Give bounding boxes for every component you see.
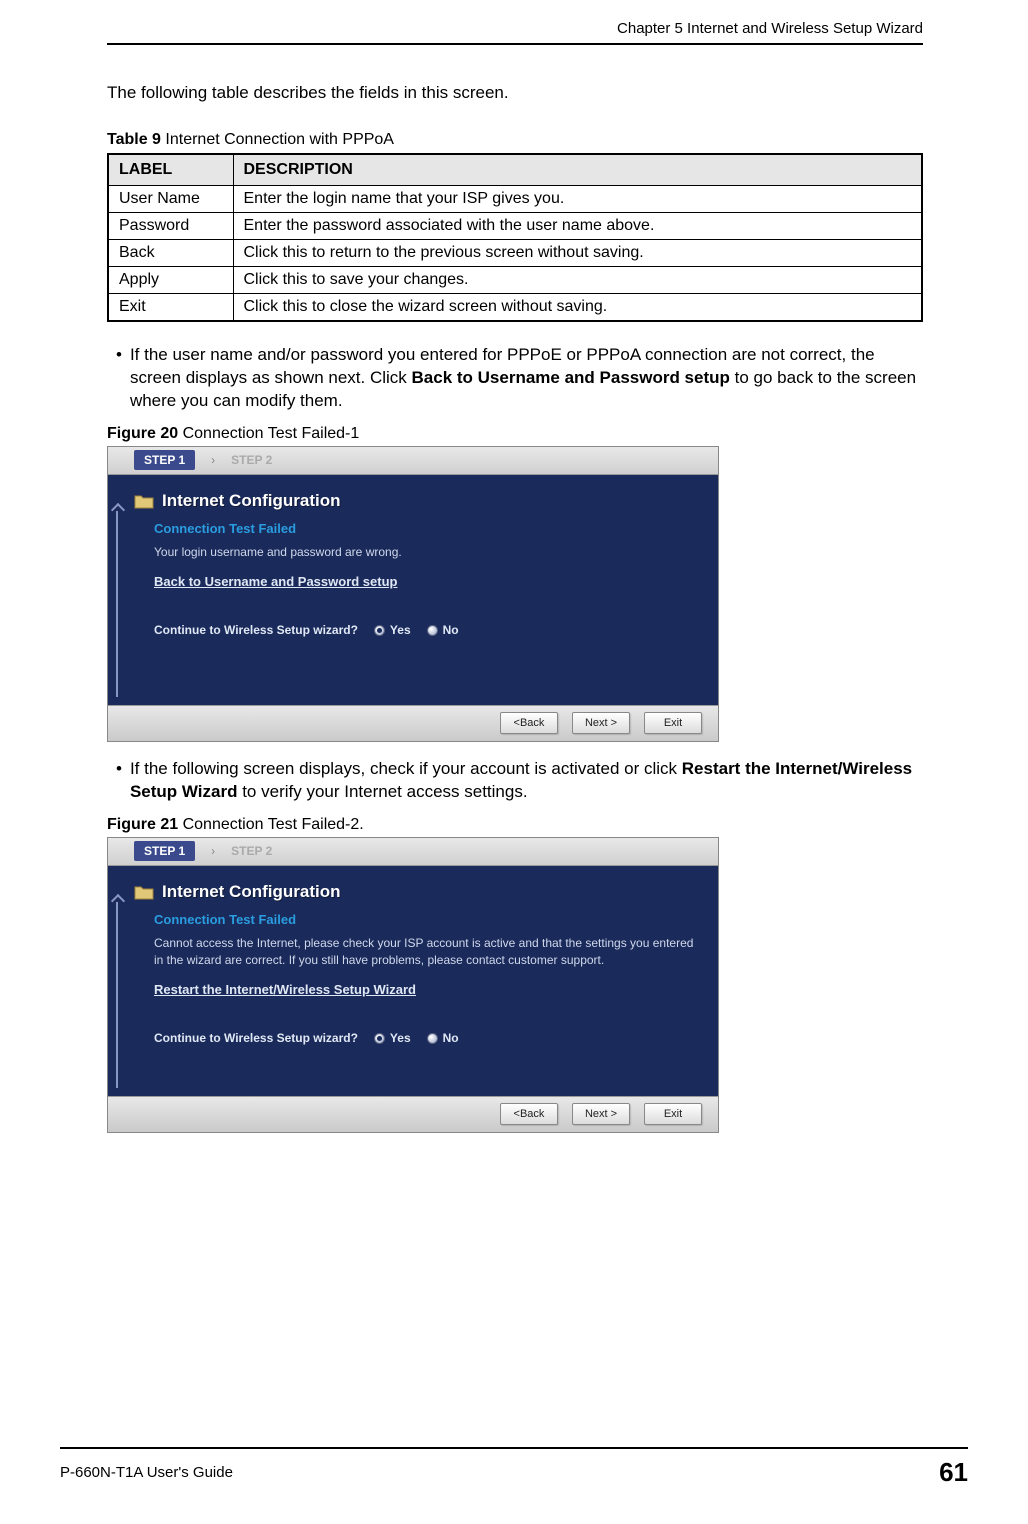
back-to-userpass-link[interactable]: Back to Username and Password setup — [154, 574, 397, 589]
continue-question: Continue to Wireless Setup wizard? — [154, 623, 358, 637]
figure20-wizard: STEP 1 › STEP 2 Internet Configuration C… — [107, 446, 719, 742]
radio-selected-icon — [374, 625, 385, 636]
wizard-step-bar: STEP 1 › STEP 2 — [108, 447, 718, 475]
figure20-caption: Figure 20 Connection Test Failed-1 — [107, 425, 923, 443]
folder-icon — [134, 493, 154, 509]
table-row: ExitClick this to close the wizard scree… — [108, 294, 922, 322]
wizard-button-bar: <Back Next > Exit — [108, 1096, 718, 1132]
radio-no-label: No — [443, 623, 459, 637]
cell-desc: Click this to save your changes. — [233, 267, 922, 294]
next-button[interactable]: Next > — [572, 712, 630, 734]
bullet2-post: to verify your Internet access settings. — [237, 782, 527, 801]
bullet-item: • If the following screen displays, chec… — [107, 758, 923, 804]
radio-unselected-icon — [427, 625, 438, 636]
intro-text: The following table describes the fields… — [107, 83, 923, 103]
radio-yes[interactable]: Yes — [374, 623, 411, 637]
table-caption: Table 9 Internet Connection with PPPoA — [107, 131, 923, 149]
back-button[interactable]: <Back — [500, 712, 558, 734]
exit-button[interactable]: Exit — [644, 712, 702, 734]
table-number: Table 9 — [107, 131, 161, 148]
cell-label: Apply — [108, 267, 233, 294]
th-label: LABEL — [108, 154, 233, 186]
cell-label: Exit — [108, 294, 233, 322]
figure20-number: Figure 20 — [107, 425, 178, 442]
figure21-wizard: STEP 1 › STEP 2 Internet Configuration C… — [107, 837, 719, 1133]
chevron-right-icon: › — [211, 453, 215, 467]
cell-desc: Click this to close the wizard screen wi… — [233, 294, 922, 322]
figure21-number: Figure 21 — [107, 816, 178, 833]
wizard-message: Your login username and password are wro… — [154, 544, 700, 561]
radio-yes-label: Yes — [390, 1031, 411, 1045]
exit-button[interactable]: Exit — [644, 1103, 702, 1125]
bullet-dot-icon: • — [116, 344, 122, 413]
radio-no[interactable]: No — [427, 623, 459, 637]
footer-guide-name: P-660N-T1A User's Guide — [60, 1464, 233, 1481]
continue-question: Continue to Wireless Setup wizard? — [154, 1031, 358, 1045]
left-stripe-icon — [116, 511, 136, 697]
wizard-button-bar: <Back Next > Exit — [108, 705, 718, 741]
back-button[interactable]: <Back — [500, 1103, 558, 1125]
wizard-message: Cannot access the Internet, please check… — [154, 935, 700, 970]
bullet2-pre: If the following screen displays, check … — [130, 759, 682, 778]
step-2-inactive: STEP 2 — [231, 844, 272, 858]
table-row: ApplyClick this to save your changes. — [108, 267, 922, 294]
cell-label: User Name — [108, 186, 233, 213]
figure21-caption: Figure 21 Connection Test Failed-2. — [107, 816, 923, 834]
bullet-dot-icon: • — [116, 758, 122, 804]
chevron-right-icon: › — [211, 844, 215, 858]
radio-unselected-icon — [427, 1033, 438, 1044]
wizard-title: Internet Configuration — [162, 491, 340, 511]
table-row: BackClick this to return to the previous… — [108, 240, 922, 267]
bullet1-bold: Back to Username and Password setup — [412, 368, 730, 387]
step-2-inactive: STEP 2 — [231, 453, 272, 467]
cell-desc: Enter the login name that your ISP gives… — [233, 186, 922, 213]
th-desc: DESCRIPTION — [233, 154, 922, 186]
step-1-active: STEP 1 — [134, 450, 195, 470]
chapter-header: Chapter 5 Internet and Wireless Setup Wi… — [107, 20, 923, 45]
param-table: LABEL DESCRIPTION User NameEnter the log… — [107, 153, 923, 322]
cell-desc: Click this to return to the previous scr… — [233, 240, 922, 267]
wizard-subtitle: Connection Test Failed — [154, 521, 700, 536]
figure21-title: Connection Test Failed-2. — [178, 816, 364, 833]
page-footer: P-660N-T1A User's Guide 61 — [60, 1447, 968, 1488]
folder-icon — [134, 884, 154, 900]
bullet-item: • If the user name and/or password you e… — [107, 344, 923, 413]
cell-desc: Enter the password associated with the u… — [233, 213, 922, 240]
figure20-title: Connection Test Failed-1 — [178, 425, 359, 442]
step-1-active: STEP 1 — [134, 841, 195, 861]
table-row: PasswordEnter the password associated wi… — [108, 213, 922, 240]
page-number: 61 — [939, 1457, 968, 1488]
table-row: User NameEnter the login name that your … — [108, 186, 922, 213]
restart-wizard-link[interactable]: Restart the Internet/Wireless Setup Wiza… — [154, 982, 416, 997]
next-button[interactable]: Next > — [572, 1103, 630, 1125]
radio-no-label: No — [443, 1031, 459, 1045]
radio-no[interactable]: No — [427, 1031, 459, 1045]
cell-label: Password — [108, 213, 233, 240]
table-title: Internet Connection with PPPoA — [161, 131, 394, 148]
wizard-step-bar: STEP 1 › STEP 2 — [108, 838, 718, 866]
radio-yes[interactable]: Yes — [374, 1031, 411, 1045]
left-stripe-icon — [116, 902, 136, 1088]
wizard-subtitle: Connection Test Failed — [154, 912, 700, 927]
radio-yes-label: Yes — [390, 623, 411, 637]
wizard-title: Internet Configuration — [162, 882, 340, 902]
cell-label: Back — [108, 240, 233, 267]
radio-selected-icon — [374, 1033, 385, 1044]
